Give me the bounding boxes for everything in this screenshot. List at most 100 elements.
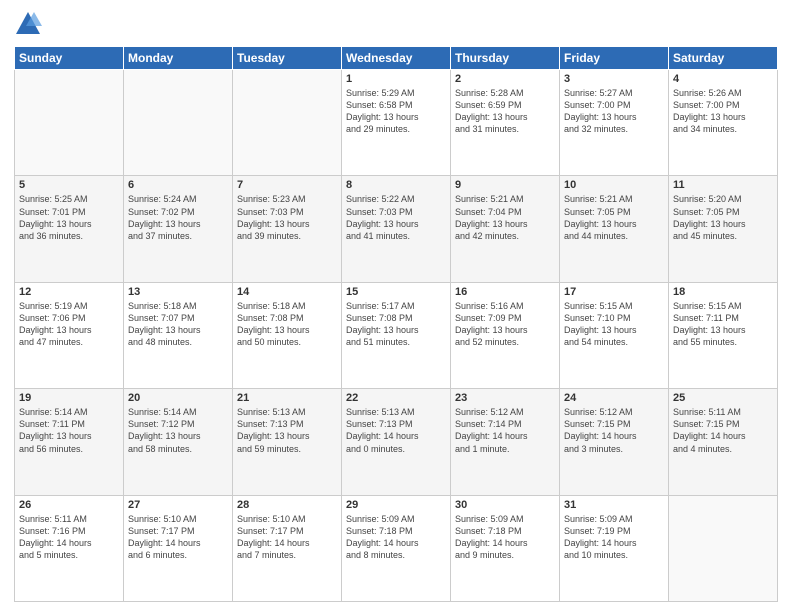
calendar-cell: 15Sunrise: 5:17 AM Sunset: 7:08 PM Dayli…	[342, 282, 451, 388]
day-info: Sunrise: 5:12 AM Sunset: 7:14 PM Dayligh…	[455, 406, 555, 455]
day-number: 26	[19, 499, 119, 511]
calendar-cell: 11Sunrise: 5:20 AM Sunset: 7:05 PM Dayli…	[669, 176, 778, 282]
day-info: Sunrise: 5:19 AM Sunset: 7:06 PM Dayligh…	[19, 300, 119, 349]
weekday-header-sunday: Sunday	[15, 47, 124, 70]
day-number: 7	[237, 179, 337, 191]
day-number: 10	[564, 179, 664, 191]
day-number: 29	[346, 499, 446, 511]
calendar-cell: 14Sunrise: 5:18 AM Sunset: 7:08 PM Dayli…	[233, 282, 342, 388]
calendar-cell: 9 Sunrise: 5:21 AM Sunset: 7:04 PM Daylig…	[451, 176, 560, 282]
day-number: 3	[564, 73, 664, 85]
day-number: 17	[564, 286, 664, 298]
day-info: Sunrise: 5:15 AM Sunset: 7:11 PM Dayligh…	[673, 300, 773, 349]
calendar: SundayMondayTuesdayWednesdayThursdayFrid…	[14, 46, 778, 602]
day-info: Sunrise: 5:14 AM Sunset: 7:11 PM Dayligh…	[19, 406, 119, 455]
calendar-cell: 1 Sunrise: 5:29 AM Sunset: 6:58 PM Daylig…	[342, 70, 451, 176]
weekday-header-thursday: Thursday	[451, 47, 560, 70]
calendar-cell: 24 Sunrise: 5:12 AM Sunset: 7:15 PM Dayli…	[560, 389, 669, 495]
day-info: Sunrise: 5:09 AM Sunset: 7:19 PM Dayligh…	[564, 513, 664, 562]
day-number: 5	[19, 179, 119, 191]
week-row-1: 5 Sunrise: 5:25 AM Sunset: 7:01 PM Daylig…	[15, 176, 778, 282]
weekday-header-tuesday: Tuesday	[233, 47, 342, 70]
calendar-cell: 4 Sunrise: 5:26 AM Sunset: 7:00 PM Daylig…	[669, 70, 778, 176]
calendar-cell: 28Sunrise: 5:10 AM Sunset: 7:17 PM Dayli…	[233, 495, 342, 601]
calendar-cell: 30 Sunrise: 5:09 AM Sunset: 7:18 PM Dayli…	[451, 495, 560, 601]
day-info: Sunrise: 5:12 AM Sunset: 7:15 PM Dayligh…	[564, 406, 664, 455]
calendar-cell: 7 Sunrise: 5:23 AM Sunset: 7:03 PM Daylig…	[233, 176, 342, 282]
day-info: Sunrise: 5:21 AM Sunset: 7:05 PM Dayligh…	[564, 193, 664, 242]
calendar-cell: 13 Sunrise: 5:18 AM Sunset: 7:07 PM Dayli…	[124, 282, 233, 388]
calendar-cell	[15, 70, 124, 176]
header	[14, 10, 778, 38]
day-number: 6	[128, 179, 228, 191]
day-number: 28	[237, 499, 337, 511]
day-number: 22	[346, 392, 446, 404]
day-info: Sunrise: 5:11 AM Sunset: 7:15 PM Dayligh…	[673, 406, 773, 455]
day-number: 23	[455, 392, 555, 404]
calendar-cell: 26 Sunrise: 5:11 AM Sunset: 7:16 PM Dayli…	[15, 495, 124, 601]
day-info: Sunrise: 5:29 AM Sunset: 6:58 PM Dayligh…	[346, 87, 446, 136]
day-info: Sunrise: 5:16 AM Sunset: 7:09 PM Dayligh…	[455, 300, 555, 349]
day-number: 4	[673, 73, 773, 85]
calendar-cell: 21 Sunrise: 5:13 AM Sunset: 7:13 PM Dayli…	[233, 389, 342, 495]
day-number: 1	[346, 73, 446, 85]
weekday-header-saturday: Saturday	[669, 47, 778, 70]
weekday-header-wednesday: Wednesday	[342, 47, 451, 70]
day-number: 24	[564, 392, 664, 404]
calendar-cell: 3 Sunrise: 5:27 AM Sunset: 7:00 PM Daylig…	[560, 70, 669, 176]
page: SundayMondayTuesdayWednesdayThursdayFrid…	[0, 0, 792, 612]
day-number: 2	[455, 73, 555, 85]
calendar-cell: 18 Sunrise: 5:15 AM Sunset: 7:11 PM Dayli…	[669, 282, 778, 388]
day-info: Sunrise: 5:13 AM Sunset: 7:13 PM Dayligh…	[346, 406, 446, 455]
weekday-header-monday: Monday	[124, 47, 233, 70]
day-info: Sunrise: 5:18 AM Sunset: 7:07 PM Dayligh…	[128, 300, 228, 349]
day-info: Sunrise: 5:26 AM Sunset: 7:00 PM Dayligh…	[673, 87, 773, 136]
day-info: Sunrise: 5:28 AM Sunset: 6:59 PM Dayligh…	[455, 87, 555, 136]
day-number: 20	[128, 392, 228, 404]
logo-icon	[14, 10, 42, 38]
weekday-header-row: SundayMondayTuesdayWednesdayThursdayFrid…	[15, 47, 778, 70]
day-number: 21	[237, 392, 337, 404]
day-info: Sunrise: 5:23 AM Sunset: 7:03 PM Dayligh…	[237, 193, 337, 242]
calendar-cell: 22 Sunrise: 5:13 AM Sunset: 7:13 PM Dayli…	[342, 389, 451, 495]
calendar-cell: 25Sunrise: 5:11 AM Sunset: 7:15 PM Dayli…	[669, 389, 778, 495]
week-row-0: 1 Sunrise: 5:29 AM Sunset: 6:58 PM Daylig…	[15, 70, 778, 176]
calendar-cell: 16Sunrise: 5:16 AM Sunset: 7:09 PM Dayli…	[451, 282, 560, 388]
weekday-header-friday: Friday	[560, 47, 669, 70]
day-info: Sunrise: 5:15 AM Sunset: 7:10 PM Dayligh…	[564, 300, 664, 349]
day-number: 30	[455, 499, 555, 511]
calendar-cell: 6 Sunrise: 5:24 AM Sunset: 7:02 PM Daylig…	[124, 176, 233, 282]
day-number: 18	[673, 286, 773, 298]
calendar-cell	[124, 70, 233, 176]
day-info: Sunrise: 5:13 AM Sunset: 7:13 PM Dayligh…	[237, 406, 337, 455]
day-info: Sunrise: 5:21 AM Sunset: 7:04 PM Dayligh…	[455, 193, 555, 242]
day-number: 31	[564, 499, 664, 511]
calendar-cell: 5 Sunrise: 5:25 AM Sunset: 7:01 PM Daylig…	[15, 176, 124, 282]
day-info: Sunrise: 5:27 AM Sunset: 7:00 PM Dayligh…	[564, 87, 664, 136]
calendar-cell	[669, 495, 778, 601]
day-number: 9	[455, 179, 555, 191]
day-number: 19	[19, 392, 119, 404]
day-info: Sunrise: 5:24 AM Sunset: 7:02 PM Dayligh…	[128, 193, 228, 242]
calendar-cell: 31 Sunrise: 5:09 AM Sunset: 7:19 PM Dayli…	[560, 495, 669, 601]
day-info: Sunrise: 5:09 AM Sunset: 7:18 PM Dayligh…	[455, 513, 555, 562]
day-number: 13	[128, 286, 228, 298]
calendar-cell: 29 Sunrise: 5:09 AM Sunset: 7:18 PM Dayli…	[342, 495, 451, 601]
calendar-cell: 12Sunrise: 5:19 AM Sunset: 7:06 PM Dayli…	[15, 282, 124, 388]
logo	[14, 10, 44, 38]
calendar-cell: 19 Sunrise: 5:14 AM Sunset: 7:11 PM Dayli…	[15, 389, 124, 495]
day-info: Sunrise: 5:17 AM Sunset: 7:08 PM Dayligh…	[346, 300, 446, 349]
week-row-4: 26 Sunrise: 5:11 AM Sunset: 7:16 PM Dayli…	[15, 495, 778, 601]
day-info: Sunrise: 5:09 AM Sunset: 7:18 PM Dayligh…	[346, 513, 446, 562]
day-info: Sunrise: 5:11 AM Sunset: 7:16 PM Dayligh…	[19, 513, 119, 562]
day-info: Sunrise: 5:25 AM Sunset: 7:01 PM Dayligh…	[19, 193, 119, 242]
week-row-2: 12Sunrise: 5:19 AM Sunset: 7:06 PM Dayli…	[15, 282, 778, 388]
calendar-cell	[233, 70, 342, 176]
day-number: 8	[346, 179, 446, 191]
day-info: Sunrise: 5:22 AM Sunset: 7:03 PM Dayligh…	[346, 193, 446, 242]
calendar-cell: 23 Sunrise: 5:12 AM Sunset: 7:14 PM Dayli…	[451, 389, 560, 495]
day-info: Sunrise: 5:10 AM Sunset: 7:17 PM Dayligh…	[128, 513, 228, 562]
day-number: 27	[128, 499, 228, 511]
day-info: Sunrise: 5:20 AM Sunset: 7:05 PM Dayligh…	[673, 193, 773, 242]
week-row-3: 19 Sunrise: 5:14 AM Sunset: 7:11 PM Dayli…	[15, 389, 778, 495]
